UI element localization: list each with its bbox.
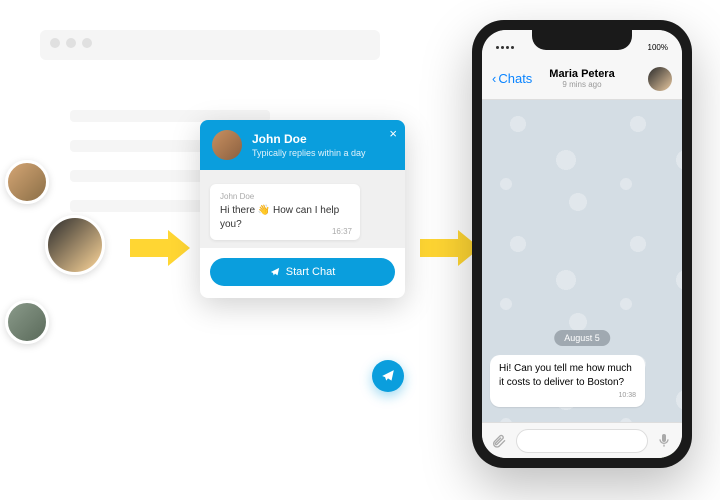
agent-avatar xyxy=(212,130,242,160)
message-text: Hi there 👋 How can I help you? xyxy=(220,204,350,232)
last-seen: 9 mins ago xyxy=(549,80,614,89)
signal-icon xyxy=(496,46,514,49)
telegram-launcher[interactable] xyxy=(372,360,404,392)
telegram-icon xyxy=(381,369,395,383)
back-label: Chats xyxy=(498,71,532,86)
message-time: 10:38 xyxy=(499,391,636,400)
message-sender: John Doe xyxy=(220,192,350,201)
message-input[interactable] xyxy=(516,429,648,453)
chat-area: August 5 Hi! Can you tell me how much it… xyxy=(482,100,682,422)
agent-name: John Doe xyxy=(252,132,366,146)
telegram-icon xyxy=(270,267,280,277)
widget-body: John Doe Hi there 👋 How can I help you? … xyxy=(200,170,405,248)
content-skeleton xyxy=(70,200,220,212)
phone-frame: 100% ‹ Chats Maria Petera 9 mins ago Aug… xyxy=(472,20,692,468)
back-button[interactable]: ‹ Chats xyxy=(492,71,532,86)
microphone-icon[interactable] xyxy=(656,432,674,450)
arrow-icon xyxy=(420,230,480,266)
contact-avatar[interactable] xyxy=(648,67,672,91)
widget-message: John Doe Hi there 👋 How can I help you? … xyxy=(210,184,360,240)
browser-dots xyxy=(50,38,92,48)
contact-name: Maria Petera xyxy=(549,68,614,80)
message-time: 16:37 xyxy=(332,227,352,236)
start-chat-button[interactable]: Start Chat xyxy=(210,258,395,286)
avatar xyxy=(45,215,105,275)
avatar xyxy=(5,160,49,204)
incoming-message: Hi! Can you tell me how much it costs to… xyxy=(490,355,645,407)
avatar xyxy=(5,300,49,344)
date-separator: August 5 xyxy=(554,330,610,346)
chevron-left-icon: ‹ xyxy=(492,71,496,86)
arrow-icon xyxy=(130,230,190,266)
phone-notch xyxy=(532,30,632,50)
phone-screen: 100% ‹ Chats Maria Petera 9 mins ago Aug… xyxy=(482,30,682,458)
widget-header: John Doe Typically replies within a day … xyxy=(200,120,405,170)
close-icon[interactable]: × xyxy=(389,126,397,141)
nav-bar: ‹ Chats Maria Petera 9 mins ago xyxy=(482,58,682,100)
attachment-icon[interactable] xyxy=(490,432,508,450)
agent-subtitle: Typically replies within a day xyxy=(252,148,366,158)
message-input-bar xyxy=(482,422,682,458)
battery-level: 100% xyxy=(648,43,668,52)
message-text: Hi! Can you tell me how much it costs to… xyxy=(499,363,632,388)
chat-widget: John Doe Typically replies within a day … xyxy=(200,120,405,298)
start-chat-label: Start Chat xyxy=(286,266,336,278)
